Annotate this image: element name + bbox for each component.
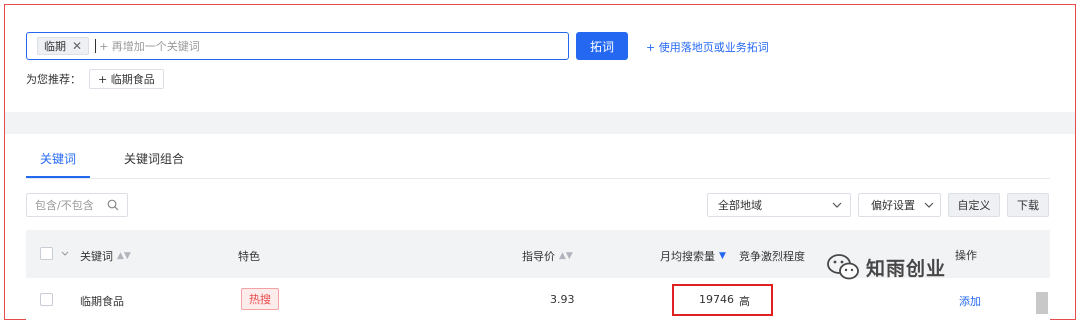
add-link[interactable]: 添加 [959,293,981,309]
section-divider [5,112,1075,134]
row-price: 3.93 [550,293,575,306]
include-exclude-input[interactable]: 包含/不包含 [26,193,128,217]
wechat-icon [827,254,859,280]
header-price-label: 指导价 [522,250,555,263]
scrollbar[interactable] [1036,292,1048,314]
select-all-checkbox[interactable] [40,247,53,260]
text-caret [95,39,97,53]
close-icon[interactable]: ✕ [72,40,82,52]
download-button[interactable]: 下载 [1007,193,1049,217]
landing-page-expand-link[interactable]: + 使用落地页或业务拓词 [646,39,769,55]
header-monthly-search-label: 月均搜索量 [660,250,715,263]
keyword-search-input[interactable]: 临期 ✕ + 再增加一个关键词 [26,32,569,60]
preference-select[interactable]: 偏好设置 [858,193,941,217]
chevron-down-icon [832,202,842,208]
region-select[interactable]: 全部地域 [707,193,851,217]
header-feature-label: 特色 [238,250,260,263]
header-feature: 特色 [238,248,260,264]
row-checkbox[interactable] [40,293,53,306]
tab-keywords[interactable]: 关键词 [26,148,91,178]
tab-keyword-combos[interactable]: 关键词组合 [110,148,198,178]
header-price[interactable]: 指导价 ▲▼ [522,248,573,264]
placeholder-text: + 再增加一个关键词 [99,40,200,53]
header-keyword[interactable]: 关键词 ▲▼ [80,248,131,264]
tab-bar: 关键词 关键词组合 [26,148,1050,179]
expand-keywords-button[interactable]: 拓词 [576,32,628,60]
row-keyword: 临期食品 [80,295,124,308]
region-value: 全部地域 [718,199,762,212]
header-competition: 竞争激烈程度 [739,248,805,264]
sort-icon[interactable]: ▲▼ [117,251,131,261]
header-keyword-label: 关键词 [80,250,113,263]
watermark-text: 知雨创业 [866,257,947,280]
recommend-label: 为您推荐： [26,73,81,86]
highlight-box [672,284,773,316]
chevron-down-icon [924,202,934,208]
select-all-control[interactable] [40,247,69,260]
sort-icon[interactable]: ▲▼ [559,251,573,261]
search-icon [107,199,119,211]
header-monthly-search[interactable]: 月均搜索量 ▼ [660,248,726,264]
recommend-chip[interactable]: + 临期食品 [89,69,164,89]
hot-badge: 热搜 [241,288,279,310]
watermark: 知雨创业 [826,253,946,281]
preference-value: 偏好设置 [871,199,915,212]
header-competition-label: 竞争激烈程度 [739,250,805,263]
sort-desc-icon[interactable]: ▼ [719,251,726,261]
recommend-row: 为您推荐： + 临期食品 [26,69,164,89]
custom-button[interactable]: 自定义 [948,193,1000,217]
keyword-tag-label: 临期 [44,40,66,53]
add-keyword-placeholder[interactable]: + 再增加一个关键词 [95,38,200,54]
filter-placeholder: 包含/不包含 [35,199,94,212]
keyword-tag: 临期 ✕ [37,37,90,55]
header-operation: 操作 [955,249,977,262]
table-row: 临期食品 热搜 3.93 19746 高 添加 [26,278,1050,320]
chevron-down-icon[interactable] [61,251,69,256]
